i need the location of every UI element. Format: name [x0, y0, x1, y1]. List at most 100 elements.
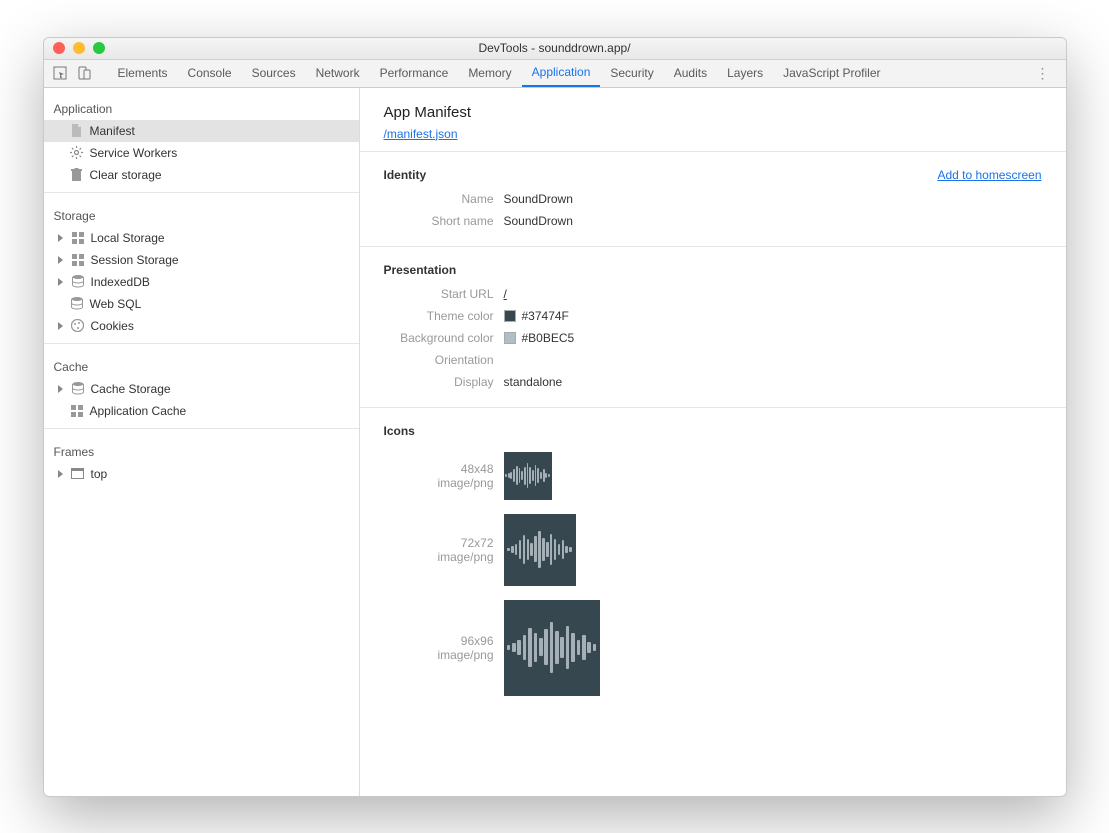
waveform-icon [507, 622, 597, 672]
sidebar-item-websql[interactable]: Web SQL [44, 293, 359, 315]
zoom-icon[interactable] [93, 42, 105, 54]
device-icon[interactable] [76, 65, 92, 81]
orientation-label: Orientation [384, 353, 504, 367]
document-icon [70, 124, 84, 138]
page-title: App Manifest [384, 104, 1042, 121]
identity-section: Identity Add to homescreen NameSoundDrow… [360, 152, 1066, 247]
tab-application[interactable]: Application [522, 59, 601, 87]
sidebar-item-clear-storage[interactable]: Clear storage [44, 164, 359, 186]
bg-swatch-icon [504, 332, 516, 344]
bg-color-value: #B0BEC5 [504, 331, 575, 345]
presentation-section: Presentation Start URL/ Theme color#3747… [360, 247, 1066, 408]
tab-performance[interactable]: Performance [370, 59, 459, 87]
icon-row: 96x96image/png [384, 600, 1042, 696]
tab-strip: Elements Console Sources Network Perform… [44, 60, 1066, 88]
database-icon [71, 275, 85, 289]
sidebar-item-cache-storage[interactable]: Cache Storage [44, 378, 359, 400]
sidebar-item-session-storage[interactable]: Session Storage [44, 249, 359, 271]
grid-icon [70, 404, 84, 418]
add-to-homescreen-link[interactable]: Add to homescreen [937, 168, 1041, 182]
sidebar-item-label: Web SQL [90, 297, 142, 311]
display-label: Display [384, 375, 504, 389]
name-value: SoundDrown [504, 192, 573, 206]
main-panel: App Manifest /manifest.json Identity Add… [360, 88, 1066, 796]
gear-icon [70, 146, 84, 160]
sidebar-item-indexeddb[interactable]: IndexedDB [44, 271, 359, 293]
icon-mime: image/png [384, 476, 494, 490]
app-icon [504, 600, 600, 696]
sidebar-item-label: Manifest [90, 124, 135, 138]
database-icon [71, 382, 85, 396]
icon-mime: image/png [384, 550, 494, 564]
tab-audits[interactable]: Audits [664, 59, 717, 87]
section-storage: Storage [44, 199, 359, 227]
sidebar: Application Manifest Service Workers Cle… [44, 88, 360, 796]
traffic-lights [53, 42, 105, 54]
grid-icon [71, 231, 85, 245]
bg-color-label: Background color [384, 331, 504, 345]
display-value: standalone [504, 375, 563, 389]
section-cache: Cache [44, 350, 359, 378]
icon-size: 72x72 [384, 536, 494, 550]
sidebar-item-app-cache[interactable]: Application Cache [44, 400, 359, 422]
identity-heading: Identity [384, 168, 427, 182]
tab-network[interactable]: Network [306, 59, 370, 87]
icon-size: 48x48 [384, 462, 494, 476]
tab-sources[interactable]: Sources [242, 59, 306, 87]
app-icon [504, 452, 552, 500]
short-name-label: Short name [384, 214, 504, 228]
chevron-right-icon [58, 385, 63, 393]
sidebar-item-local-storage[interactable]: Local Storage [44, 227, 359, 249]
icon-size: 96x96 [384, 634, 494, 648]
tab-memory[interactable]: Memory [458, 59, 521, 87]
app-icon [504, 514, 576, 586]
section-frames: Frames [44, 435, 359, 463]
sidebar-item-service-workers[interactable]: Service Workers [44, 142, 359, 164]
sidebar-item-label: IndexedDB [91, 275, 150, 289]
start-url-label: Start URL [384, 287, 504, 301]
grid-icon [71, 253, 85, 267]
minimize-icon[interactable] [73, 42, 85, 54]
icons-heading: Icons [384, 424, 415, 438]
panel-tabs: Elements Console Sources Network Perform… [108, 59, 1028, 87]
icons-section: Icons 48x48image/png 72x72image/png 96x9… [360, 408, 1066, 720]
waveform-icon [507, 531, 572, 567]
sidebar-item-label: top [91, 467, 108, 481]
theme-swatch-icon [504, 310, 516, 322]
tab-console[interactable]: Console [178, 59, 242, 87]
manifest-header: App Manifest /manifest.json [360, 88, 1066, 152]
sidebar-item-label: Clear storage [90, 168, 162, 182]
section-application: Application [44, 92, 359, 120]
chevron-right-icon [58, 256, 63, 264]
icon-row: 48x48image/png [384, 452, 1042, 500]
chevron-right-icon [58, 470, 63, 478]
tab-layers[interactable]: Layers [717, 59, 773, 87]
manifest-link[interactable]: /manifest.json [384, 127, 458, 141]
sidebar-item-label: Service Workers [90, 146, 178, 160]
sidebar-item-cookies[interactable]: Cookies [44, 315, 359, 337]
icon-row: 72x72image/png [384, 514, 1042, 586]
chevron-right-icon [58, 234, 63, 242]
frame-icon [71, 467, 85, 481]
theme-color-value: #37474F [504, 309, 569, 323]
sidebar-item-label: Local Storage [91, 231, 165, 245]
cookie-icon [71, 319, 85, 333]
tab-jsprofiler[interactable]: JavaScript Profiler [773, 59, 890, 87]
theme-color-label: Theme color [384, 309, 504, 323]
icon-mime: image/png [384, 648, 494, 662]
sidebar-item-manifest[interactable]: Manifest [44, 120, 359, 142]
chevron-right-icon [58, 322, 63, 330]
tab-elements[interactable]: Elements [108, 59, 178, 87]
titlebar: DevTools - sounddrown.app/ [44, 38, 1066, 60]
tab-security[interactable]: Security [600, 59, 663, 87]
sidebar-item-top[interactable]: top [44, 463, 359, 485]
sidebar-item-label: Cache Storage [91, 382, 171, 396]
presentation-heading: Presentation [384, 263, 457, 277]
more-icon[interactable]: ⋮ [1028, 65, 1058, 82]
devtools-window: DevTools - sounddrown.app/ Elements Cons… [43, 37, 1067, 797]
close-icon[interactable] [53, 42, 65, 54]
database-icon [70, 297, 84, 311]
sidebar-item-label: Application Cache [90, 404, 187, 418]
start-url-value[interactable]: / [504, 287, 507, 301]
inspect-icon[interactable] [52, 65, 68, 81]
